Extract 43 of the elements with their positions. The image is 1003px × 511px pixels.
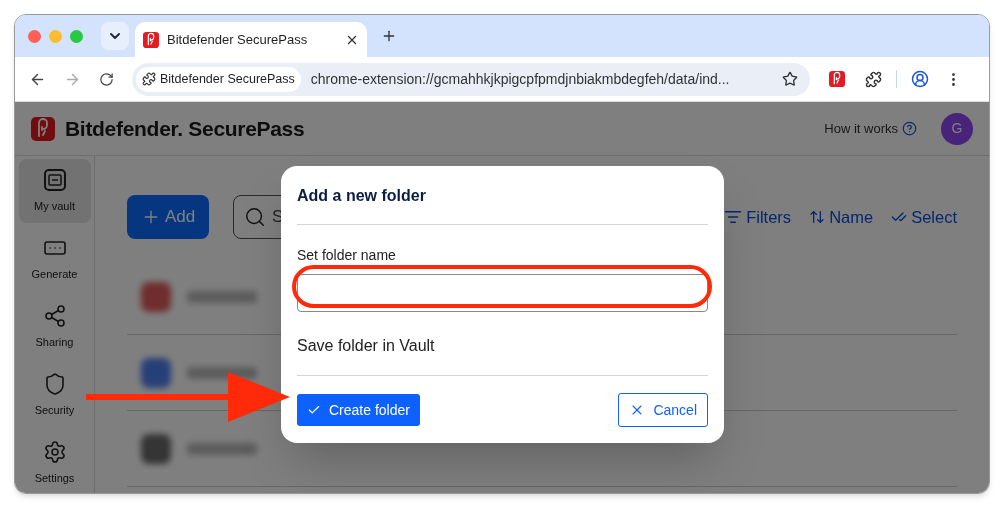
- new-tab-icon[interactable]: [381, 28, 397, 44]
- cancel-button[interactable]: Cancel: [618, 393, 708, 427]
- filter-icon: [724, 208, 743, 226]
- folder-location: Save folder in Vault: [297, 336, 436, 356]
- sort-icon: [809, 209, 826, 225]
- app-logo: [143, 31, 159, 48]
- folder-name-field[interactable]: [297, 274, 708, 312]
- tab-title: Bitdefender SecurePass: [167, 30, 309, 49]
- help-icon: [902, 121, 917, 136]
- vault-icon: [42, 167, 67, 192]
- search-icon: [244, 206, 266, 228]
- app-logo: [31, 116, 55, 141]
- blurred-text: [187, 442, 257, 455]
- site-chip[interactable]: Bitdefender SecurePass: [136, 66, 301, 92]
- sidebar-item[interactable]: My vault: [18, 159, 91, 223]
- blurred-text: [187, 366, 257, 379]
- share-icon: [42, 303, 67, 328]
- profile-icon[interactable]: [911, 70, 929, 88]
- address-bar[interactable]: Bitdefender SecurePass chrome-extension://gcmahhkjkpigcpfpmdjnbiakmbdegfeh/data/ind...: [132, 62, 810, 96]
- url-text: chrome-extension://gcmahhkjkpigcpfpmdjnbiakmbdegfeh/data/ind...: [310, 69, 731, 89]
- star-icon[interactable]: [782, 71, 798, 87]
- check-icon: [307, 403, 321, 417]
- add-button[interactable]: Add: [127, 195, 209, 239]
- tab-search-button[interactable]: [101, 22, 129, 50]
- blurred-text: [187, 290, 257, 303]
- how-it-works-link[interactable]: How it works: [824, 118, 917, 139]
- field-label: Set folder name: [297, 246, 397, 265]
- toolbar-action[interactable]: Select: [891, 204, 957, 230]
- create-folder-button[interactable]: Create folder: [297, 394, 420, 426]
- toolbar-action[interactable]: Filters: [724, 204, 792, 230]
- brand-name: Bitdefender. SecurePass: [65, 115, 305, 142]
- app-logo: [829, 71, 845, 87]
- extensions-icon[interactable]: [865, 70, 882, 88]
- item-icon: [141, 433, 171, 464]
- item-icon: [141, 281, 171, 312]
- user-avatar[interactable]: G: [941, 112, 973, 145]
- toolbar-action[interactable]: Name: [809, 204, 874, 230]
- dialog-title: Add a new folder: [297, 186, 427, 206]
- reload-icon[interactable]: [99, 71, 114, 87]
- item-icon: [141, 357, 171, 388]
- settings-icon: [42, 439, 67, 464]
- extension-icon: [142, 72, 156, 86]
- browser-tab[interactable]: Bitdefender SecurePass: [135, 22, 367, 57]
